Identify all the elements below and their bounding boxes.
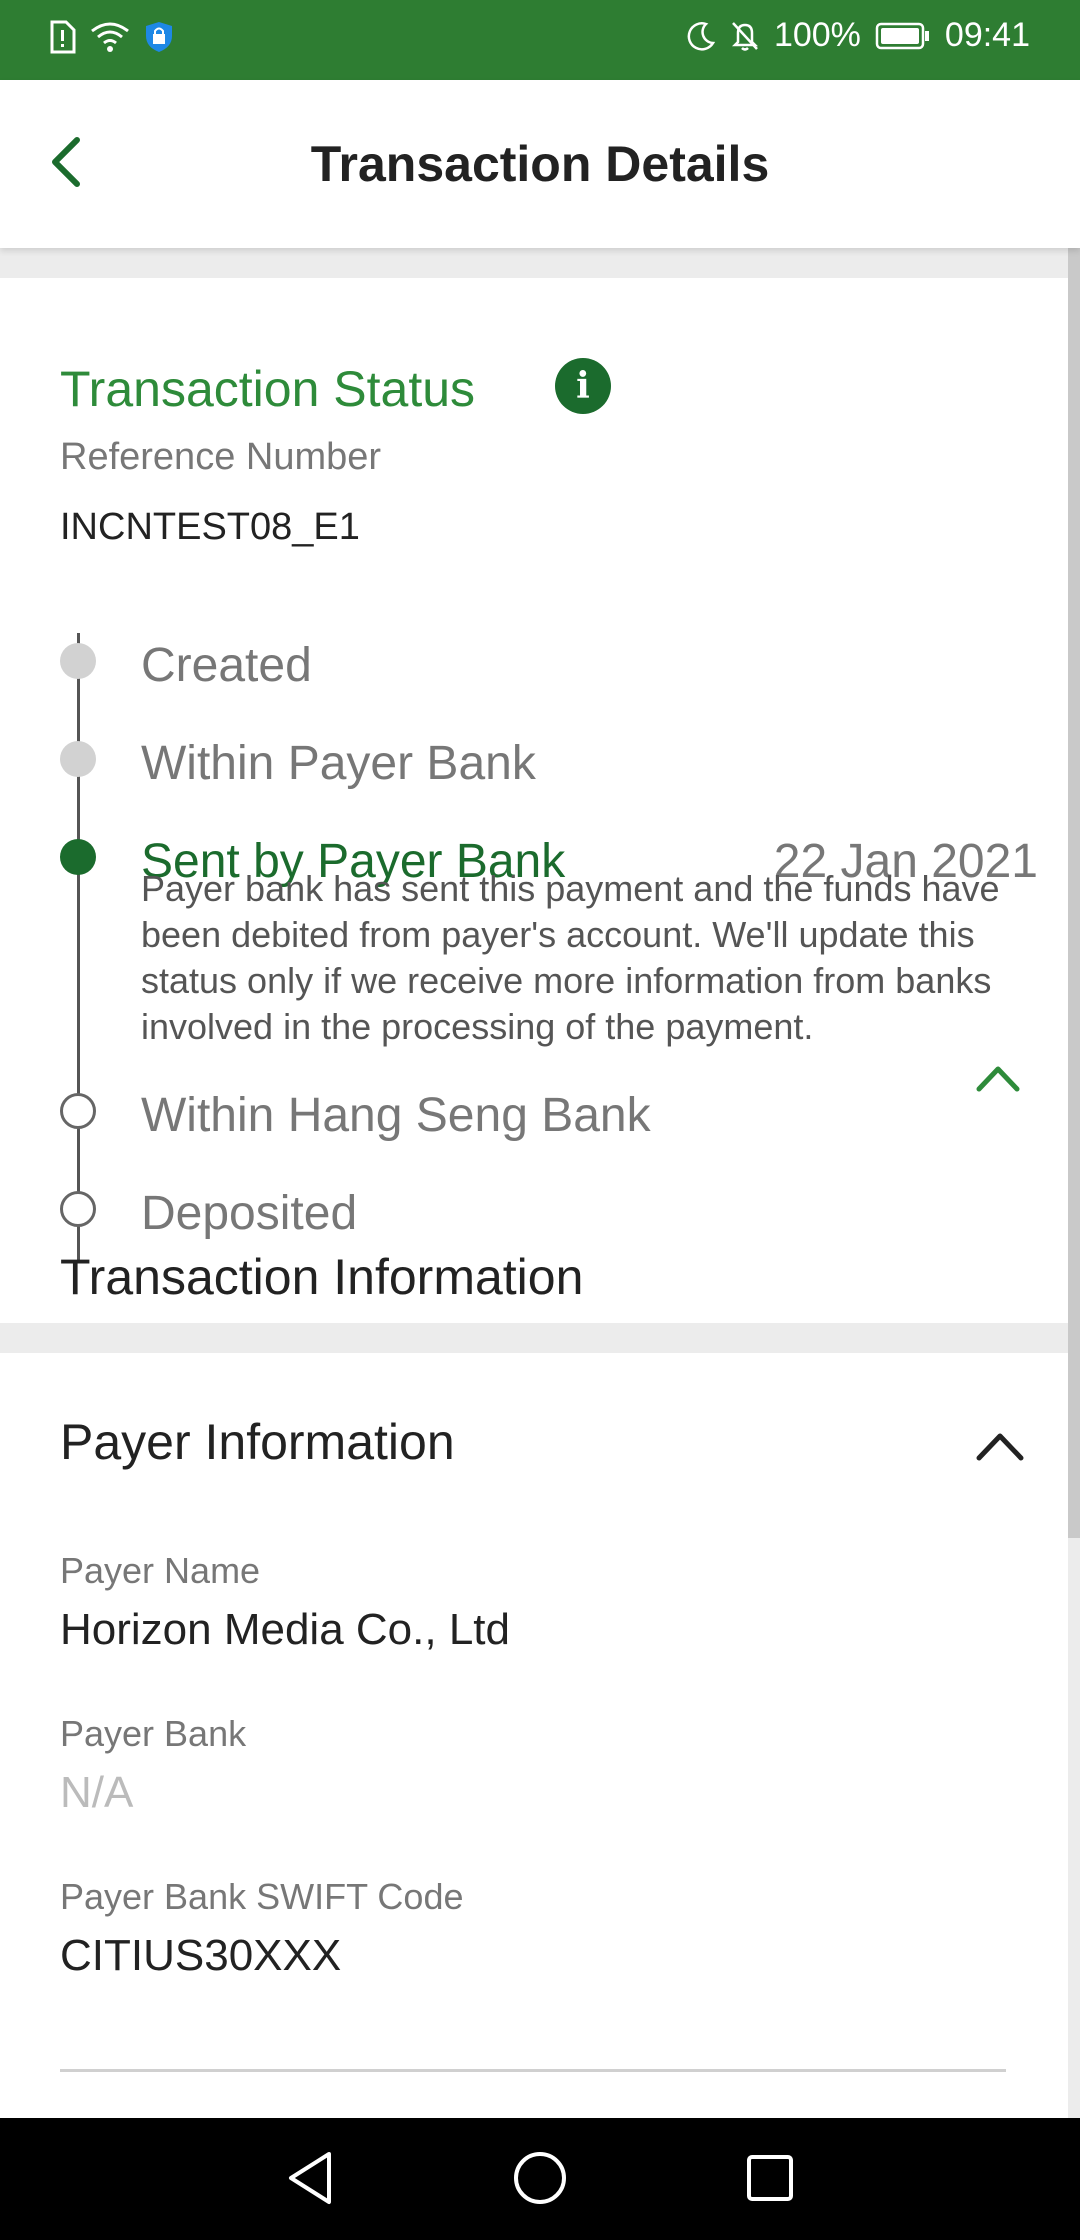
wifi-icon: [90, 21, 130, 53]
step-label-within-hang-seng-bank: Within Hang Seng Bank: [141, 1089, 651, 1142]
payer-bank-label: Payer Bank: [60, 1713, 247, 1754]
triangle-back-icon: [285, 2150, 335, 2211]
transaction-status-card: Transaction Status i Reference Number IN…: [0, 278, 1068, 1323]
payer-swift-value: CITIUS30XXX: [60, 1931, 342, 1980]
page-title: Transaction Details: [310, 136, 770, 192]
payer-swift-label: Payer Bank SWIFT Code: [60, 1876, 464, 1917]
step-dot-within-payer-bank: [60, 741, 96, 777]
section-divider: [60, 2069, 1006, 2072]
system-nav-bar: [0, 2118, 1080, 2240]
step-label-within-payer-bank: Within Payer Bank: [141, 737, 536, 790]
nav-recents-button[interactable]: [738, 2148, 802, 2212]
content-area[interactable]: Transaction Status i Reference Number IN…: [0, 248, 1080, 2118]
bell-off-icon: [730, 20, 760, 52]
battery-percent: 100%: [773, 16, 861, 54]
step-dot-sent-by-payer-bank: [60, 839, 96, 875]
app-header: Transaction Details: [0, 80, 1080, 248]
step-label-deposited: Deposited: [141, 1187, 358, 1240]
payer-name-value: Horizon Media Co., Ltd: [60, 1605, 510, 1654]
nav-back-button[interactable]: [278, 2148, 342, 2212]
step-dot-within-hang-seng-bank: [60, 1093, 96, 1129]
clock: 09:41: [944, 16, 1030, 54]
sim-alert-icon: [48, 20, 76, 54]
info-icon[interactable]: i: [555, 358, 611, 414]
nav-home-button[interactable]: [508, 2148, 572, 2212]
chevron-up-icon: [973, 1426, 1027, 1471]
scrollbar[interactable]: [1068, 248, 1080, 1538]
status-bar-right: 100% 09:41: [686, 16, 1030, 55]
step-label-created: Created: [141, 639, 312, 692]
reference-number-value: INCNTEST08_E1: [60, 506, 360, 548]
payer-name-label: Payer Name: [60, 1550, 261, 1591]
timeline-line: [77, 633, 80, 1263]
status-bar-left: [48, 20, 174, 54]
payer-information-title[interactable]: Payer Information: [60, 1413, 455, 1471]
collapse-step-button[interactable]: [968, 1054, 1028, 1104]
vpn-shield-icon: [144, 21, 174, 53]
payer-bank-value: N/A: [60, 1768, 134, 1817]
moon-icon: [686, 21, 716, 51]
status-bar: 100% 09:41: [0, 0, 1080, 80]
transaction-status-title: Transaction Status: [60, 361, 476, 417]
chevron-up-icon: [973, 1059, 1023, 1100]
transaction-information-title[interactable]: Transaction Information: [60, 1248, 583, 1306]
payer-information-card: Payer Information Payer Name Horizon Med…: [0, 1353, 1068, 2118]
circle-home-icon: [512, 2150, 568, 2211]
battery-icon: [875, 21, 931, 51]
step-dot-created: [60, 643, 96, 679]
reference-number-label: Reference Number: [60, 436, 382, 478]
step-dot-deposited: [60, 1191, 96, 1227]
step-description: Payer bank has sent this payment and the…: [141, 868, 1000, 1047]
payer-collapse-button[interactable]: [965, 1413, 1035, 1483]
square-recents-icon: [745, 2153, 795, 2208]
